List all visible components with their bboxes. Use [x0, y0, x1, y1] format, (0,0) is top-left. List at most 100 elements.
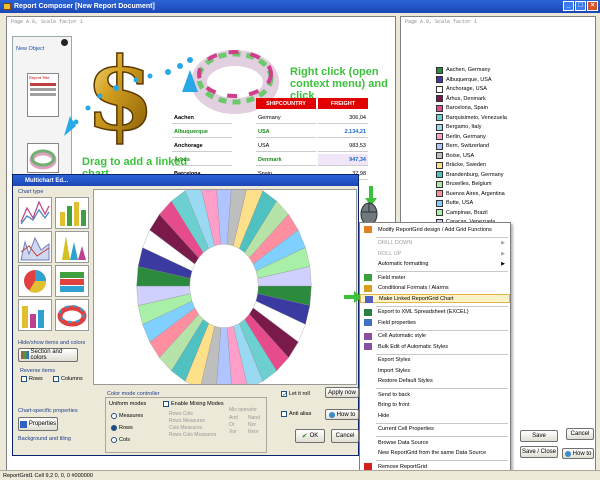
- menu-item[interactable]: Send to back: [360, 390, 510, 399]
- menu-separator: [376, 388, 508, 389]
- grid-cell-city[interactable]: Albuquerque: [172, 126, 232, 138]
- legend-swatch: [436, 190, 443, 198]
- mix-option[interactable]: Rows Cols: [169, 411, 216, 418]
- op-nor[interactable]: Nor: [248, 422, 267, 428]
- save-close-button[interactable]: Save / Close: [520, 446, 558, 458]
- chart-type-thumb-bar[interactable]: [18, 299, 52, 331]
- reverse-rows-checkbox[interactable]: Rows: [21, 376, 43, 382]
- menu-item[interactable]: Field properties: [360, 318, 510, 327]
- menu-item[interactable]: Hide: [360, 411, 510, 420]
- menu-item[interactable]: Bring to front: [360, 401, 510, 410]
- legend-label: Bergamo, Italy: [446, 124, 482, 131]
- chart-type-thumb-cone[interactable]: [55, 231, 89, 263]
- window-title: Report Composer [New Report Document]: [14, 3, 155, 10]
- menu-item[interactable]: Make Linked ReportGrid Chart: [360, 294, 510, 303]
- menu-item[interactable]: New ReportGrid from the same Data Source: [360, 449, 510, 458]
- grid-cell-country[interactable]: USA: [256, 126, 316, 138]
- menu-item[interactable]: Conditional Formats / Alarms: [360, 284, 510, 293]
- measures-radio[interactable]: Measures: [111, 413, 143, 419]
- window-title-bar: Report Composer [New Report Document] _ …: [0, 0, 600, 13]
- grid-cell-city[interactable]: Aachen: [172, 112, 232, 124]
- let-it-roll-checkbox[interactable]: ✓ Let it roll: [281, 391, 310, 398]
- legend-swatch: [436, 123, 443, 131]
- menu-item-label: Bulk Edit of Automatic Styles: [378, 343, 449, 350]
- legend-swatch: [436, 209, 443, 217]
- submenu-arrow-icon: ▶: [501, 240, 505, 246]
- properties-button[interactable]: Properties: [18, 417, 58, 431]
- menu-item[interactable]: Cell Automatic style: [360, 332, 510, 341]
- measures-label: Measures: [119, 413, 144, 419]
- menu-item-label: Hide: [378, 412, 390, 419]
- op-xor[interactable]: Xor: [229, 429, 248, 435]
- menu-item: DRILL DOWN ▶: [360, 239, 510, 248]
- app-icon: [3, 3, 11, 10]
- legend-swatch: [436, 142, 443, 150]
- menu-item[interactable]: Export Styles: [360, 356, 510, 365]
- enable-mixing-checkbox[interactable]: Enable Mixing Modes: [163, 401, 224, 407]
- dialog-title-bar: Multichart Ed...: [13, 175, 358, 186]
- grid-cell-freight[interactable]: 306,04: [318, 112, 368, 124]
- legend-item: Bern, Switzerland: [436, 142, 489, 151]
- menu-item[interactable]: Automatic formatting ▶: [360, 260, 510, 269]
- menu-item[interactable]: Browse Data Source: [360, 438, 510, 447]
- anti-alias-checkbox[interactable]: Anti alias: [281, 411, 311, 417]
- op-nand[interactable]: Nand: [248, 415, 267, 421]
- menu-item[interactable]: Restore Default Styles: [360, 377, 510, 386]
- menu-item[interactable]: Export to XML Spreadsheet (EXCEL): [360, 308, 510, 317]
- right-how-to-button[interactable]: How to: [562, 448, 594, 459]
- grid-header-freight[interactable]: FREIGHT: [318, 98, 368, 109]
- reverse-columns-checkbox[interactable]: Columns: [53, 376, 83, 382]
- grid-cell-freight[interactable]: 2.134,21: [318, 126, 368, 138]
- minimize-button[interactable]: _: [563, 1, 574, 11]
- legend-label: Aachen, Germany: [446, 67, 491, 74]
- section-colors-button[interactable]: Section and colors: [18, 348, 78, 362]
- menu-separator: [376, 271, 508, 272]
- chart-type-thumb-stacked[interactable]: [55, 265, 89, 297]
- legend-item: Albuquerque, USA: [436, 76, 492, 85]
- mix-option[interactable]: Rows Measures: [169, 418, 216, 425]
- op-and[interactable]: And: [229, 415, 248, 421]
- right-cancel-button[interactable]: Cancel: [566, 428, 594, 440]
- menu-item[interactable]: Current Cell Properties: [360, 425, 510, 434]
- uniform-modes-label: Uniform modes: [109, 401, 147, 407]
- chart-type-thumb-area[interactable]: [18, 231, 52, 263]
- grid-cell-freight[interactable]: 983,53: [318, 140, 368, 152]
- apply-now-button[interactable]: Apply now: [325, 387, 359, 398]
- cancel-button[interactable]: Cancel: [331, 429, 359, 443]
- grid-cell-city[interactable]: Anchorage: [172, 140, 232, 152]
- left-page-header: Page A.8, Scale factor 1: [11, 19, 84, 25]
- how-to-button[interactable]: How to: [325, 409, 359, 420]
- mix-option[interactable]: Cols Measures: [169, 425, 216, 432]
- chart-type-thumb-line[interactable]: [18, 197, 52, 229]
- grid-cell-country[interactable]: Denmark: [256, 154, 316, 166]
- legend-item: Boise, USA: [436, 152, 474, 161]
- menu-item[interactable]: Modify ReportGrid design / Add Grid Func…: [360, 225, 510, 234]
- save-close-label: Save / Close: [521, 449, 557, 455]
- mix-option[interactable]: Rows Cols Measures: [169, 432, 216, 439]
- grid-cell-country[interactable]: USA: [256, 140, 316, 152]
- legend-label: Brandenburg, Germany: [446, 171, 504, 178]
- grid-header-shipcountry[interactable]: SHIPCOUNTRY: [256, 98, 316, 109]
- maximize-button[interactable]: □: [575, 1, 586, 11]
- save-button[interactable]: Save: [520, 430, 558, 442]
- chart-type-thumb-pie[interactable]: [18, 265, 52, 297]
- cols-radio[interactable]: Cols: [111, 437, 130, 443]
- chart-preview[interactable]: [93, 179, 357, 393]
- legend-item: Bergamo, Italy: [436, 123, 481, 132]
- op-nxor[interactable]: Nxor: [248, 429, 267, 435]
- menu-item[interactable]: Import Styles: [360, 366, 510, 375]
- menu-item[interactable]: Field meter: [360, 273, 510, 282]
- close-button[interactable]: ×: [587, 1, 598, 11]
- grid-cell-country[interactable]: Germany: [256, 112, 316, 124]
- chart-type-thumb-torus[interactable]: [55, 299, 89, 331]
- chart-type-thumb-bar3d[interactable]: [55, 197, 89, 229]
- menu-item-label: Import Styles: [378, 367, 411, 374]
- grid-cell-freight[interactable]: 947,34: [318, 154, 368, 166]
- rows-radio[interactable]: Rows: [111, 425, 133, 431]
- menu-item[interactable]: Bulk Edit of Automatic Styles: [360, 342, 510, 351]
- op-or[interactable]: Or: [229, 422, 248, 428]
- grid-cell-city[interactable]: Århus: [172, 154, 232, 166]
- legend-swatch: [436, 95, 443, 103]
- submenu-arrow-icon: ▶: [501, 261, 505, 267]
- ok-button[interactable]: ✔ OK: [295, 429, 325, 443]
